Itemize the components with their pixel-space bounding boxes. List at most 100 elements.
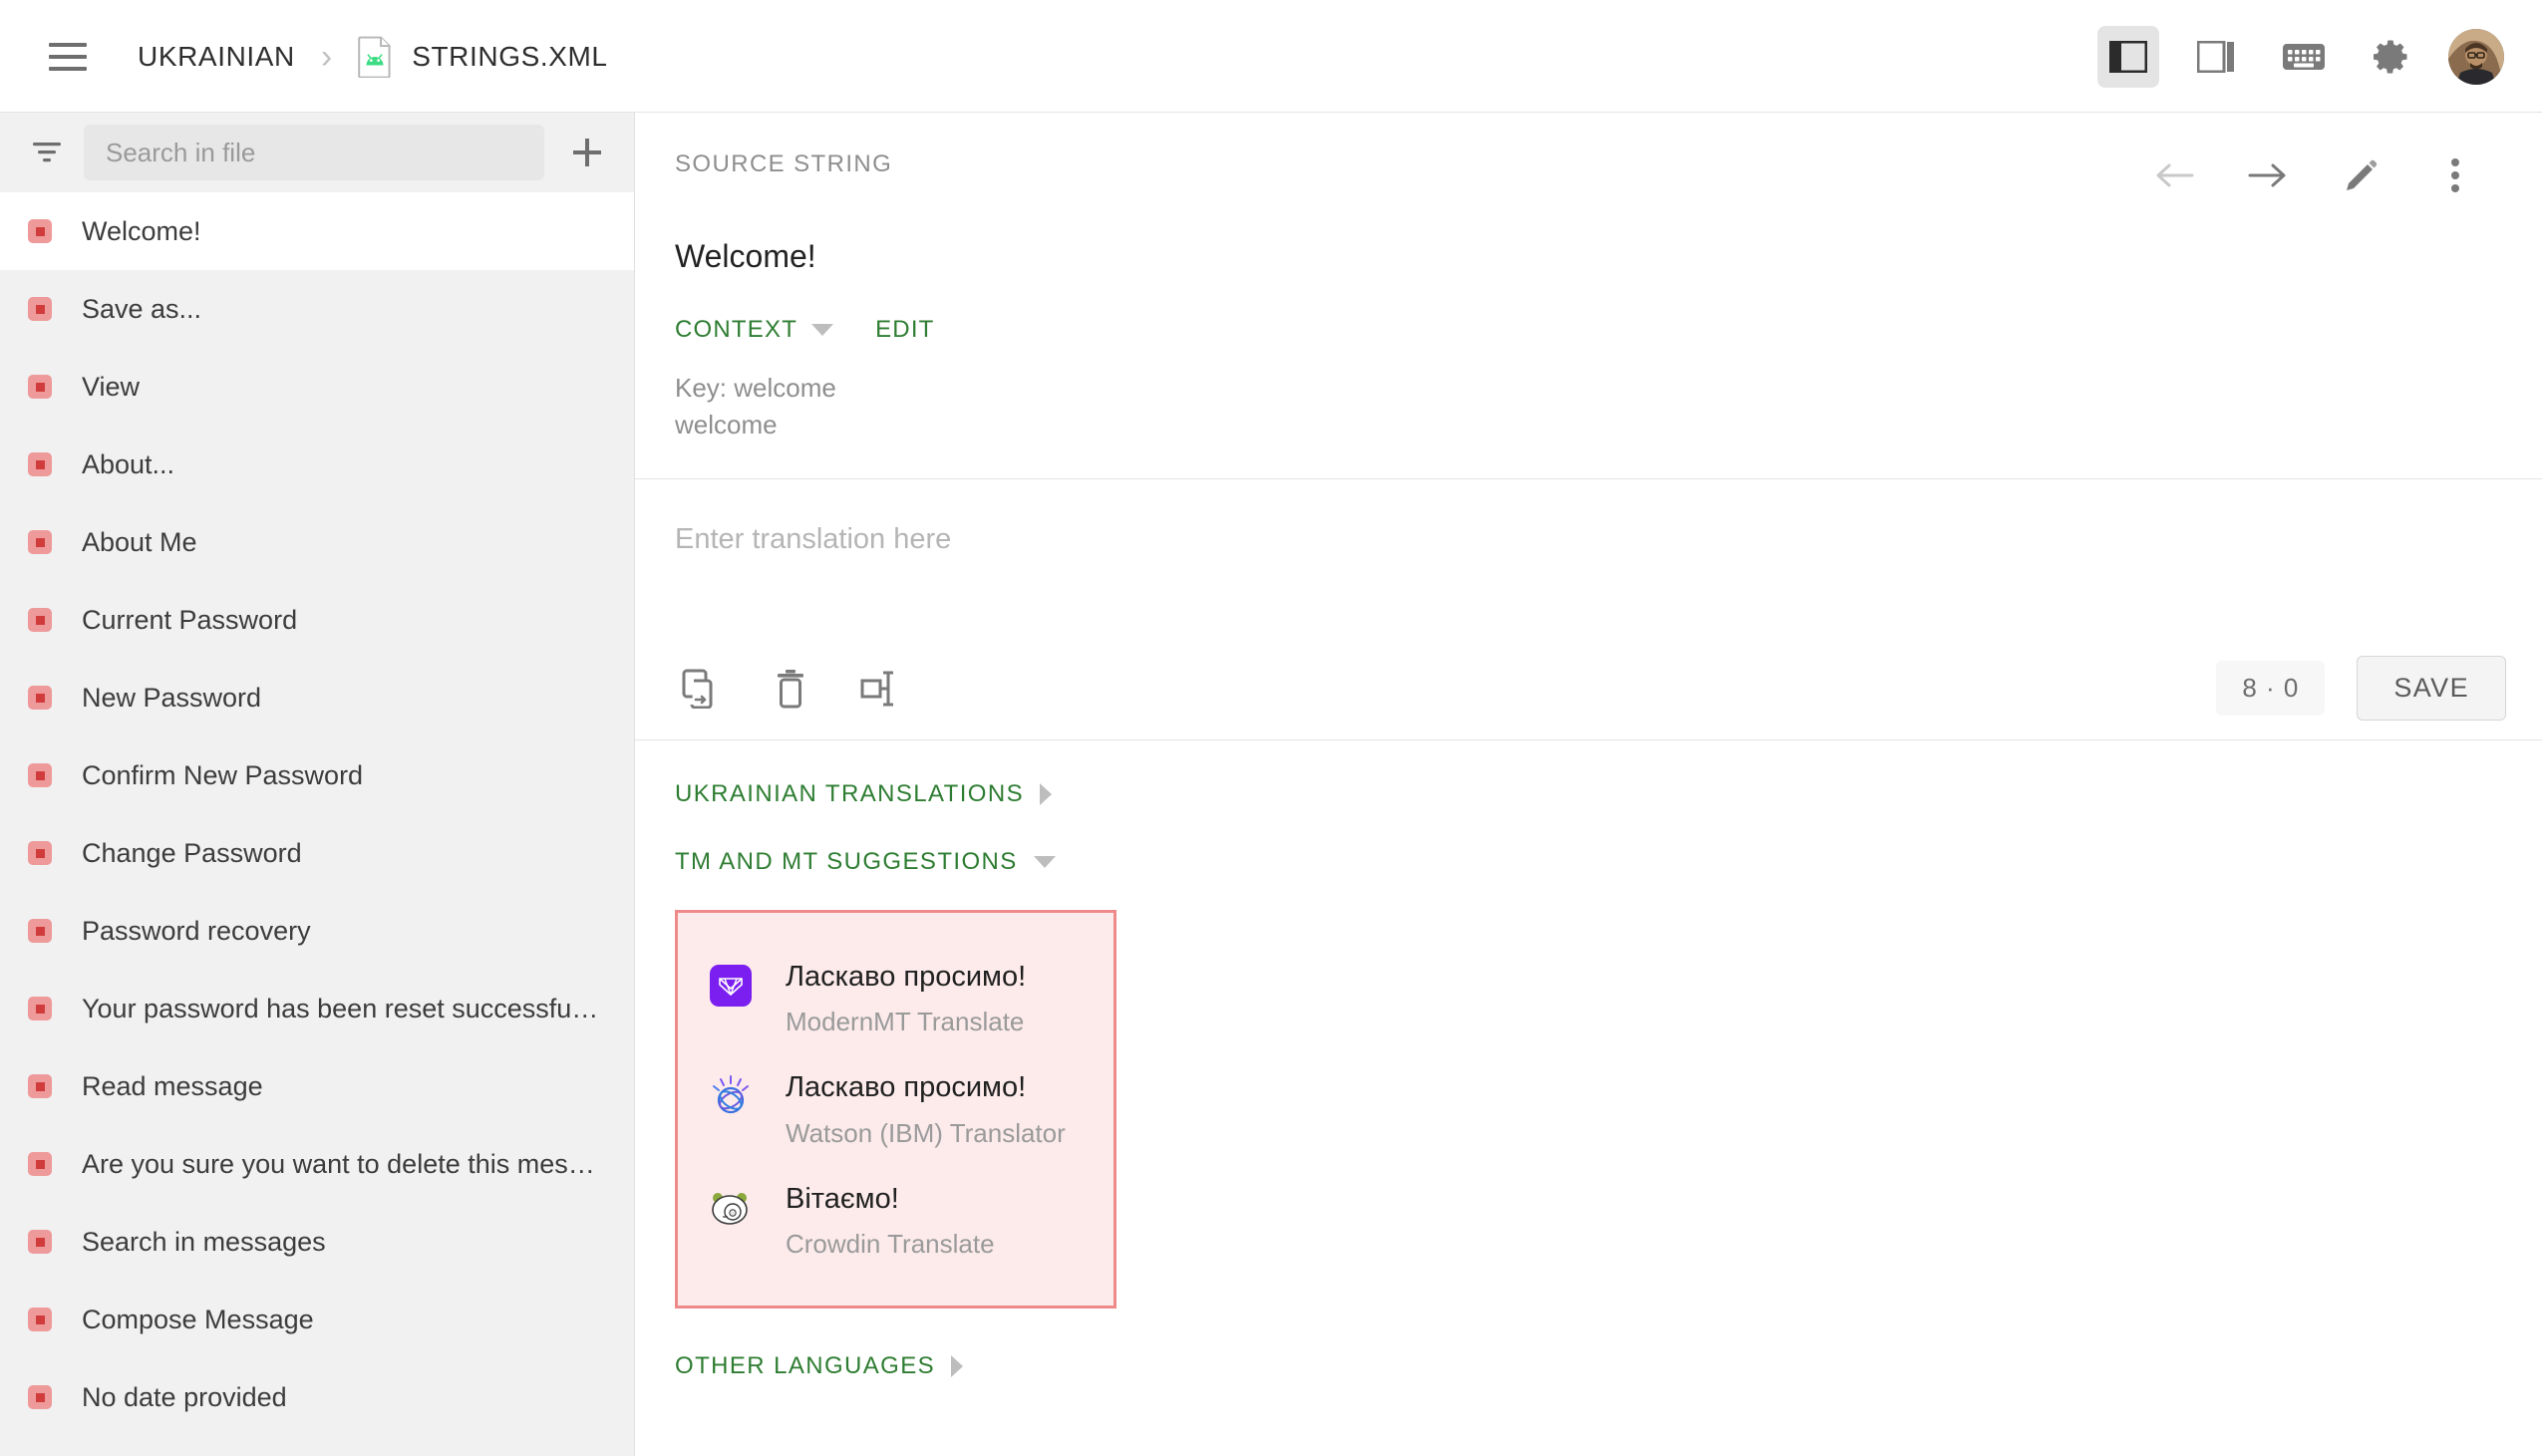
context-row: CONTEXT EDIT — [675, 316, 2502, 344]
search-input[interactable] — [106, 138, 522, 168]
arrow-right-icon[interactable] — [2243, 150, 2293, 200]
other-languages-title[interactable]: OTHER LANGUAGES — [675, 1352, 935, 1380]
ukrainian-translations-header[interactable]: UKRAINIAN TRANSLATIONS — [675, 780, 1052, 808]
string-list-item[interactable]: Save as... — [0, 270, 634, 348]
status-untranslated-icon — [28, 997, 52, 1020]
avatar-photo — [2448, 29, 2504, 85]
more-vertical-icon[interactable] — [2430, 150, 2480, 200]
string-list-item[interactable]: About Me — [0, 503, 634, 581]
string-list-item[interactable]: Confirm New Password — [0, 736, 634, 814]
context-value-line: welcome — [675, 407, 2502, 444]
string-list-item[interactable]: New Password — [0, 659, 634, 736]
ukrainian-translations-title[interactable]: UKRAINIAN TRANSLATIONS — [675, 780, 1024, 808]
strings-list: Welcome! Save as... View About... About Me Cu… — [0, 192, 634, 1456]
status-dot — [36, 616, 45, 625]
hamburger-menu-icon[interactable] — [40, 29, 96, 85]
string-list-item-label: Compose Message — [82, 1305, 314, 1335]
layout-top-bottom-icon[interactable] — [2185, 26, 2247, 88]
status-untranslated-icon — [28, 686, 52, 710]
string-list-item[interactable]: Your password has been reset successful… — [0, 970, 634, 1047]
suggestion-engine: ModernMT Translate — [786, 1007, 1026, 1037]
string-list-item[interactable]: No date provided — [0, 1358, 634, 1436]
chevron-down-icon[interactable] — [811, 324, 833, 336]
string-list-item[interactable]: Are you sure you want to delete this mes… — [0, 1125, 634, 1203]
source-actions — [2149, 150, 2502, 200]
hidden-characters-icon[interactable] — [854, 663, 906, 715]
string-list-item-label: About Me — [82, 527, 197, 558]
string-list-item-label: Current Password — [82, 605, 297, 636]
layout-side-by-side-icon[interactable] — [2097, 26, 2159, 88]
string-list-item[interactable]: View — [0, 348, 634, 426]
layout-top-bottom-glyph — [2197, 41, 2235, 73]
status-untranslated-icon — [28, 375, 52, 399]
status-untranslated-icon — [28, 608, 52, 632]
filter-icon[interactable] — [24, 130, 70, 175]
arrow-left-icon[interactable] — [2149, 150, 2199, 200]
arrow-left-glyph — [2154, 160, 2194, 190]
arrow-right-glyph — [2248, 160, 2288, 190]
plus-icon[interactable] — [562, 128, 612, 177]
string-list-item-label: Search in messages — [82, 1227, 326, 1258]
string-list-item[interactable]: Read message — [0, 1047, 634, 1125]
suggestion-texts: Ласкаво просимо! ModernMT Translate — [786, 959, 1026, 1037]
hidden-characters-glyph — [860, 669, 900, 709]
string-list-item[interactable]: Compose Message — [0, 1281, 634, 1358]
status-dot — [36, 227, 45, 236]
strings-sidebar: Welcome! Save as... View About... About Me Cu… — [0, 113, 635, 1456]
context-body: Key: welcome welcome — [675, 370, 2502, 478]
copy-source-glyph — [682, 669, 720, 709]
more-vertical-glyph — [2449, 157, 2461, 193]
string-list-item[interactable]: Search in messages — [0, 1203, 634, 1281]
translation-input[interactable] — [675, 521, 2502, 633]
trash-icon[interactable] — [765, 663, 816, 715]
string-list-item-label: Read message — [82, 1071, 263, 1102]
string-list-item-label: View — [82, 372, 140, 403]
string-list-item[interactable]: Change Password — [0, 814, 634, 892]
character-counter: 8 · 0 — [2216, 661, 2325, 716]
hamburger-bar — [49, 43, 87, 47]
string-list-item-label: Welcome! — [82, 216, 201, 247]
status-dot — [36, 1393, 45, 1402]
status-dot — [36, 771, 45, 780]
modernmt-logo-glyph — [710, 965, 752, 1007]
string-list-item-label: Are you sure you want to delete this mes… — [82, 1149, 600, 1180]
filter-glyph — [31, 140, 63, 165]
user-avatar[interactable] — [2448, 29, 2504, 85]
string-list-item[interactable]: Password recovery — [0, 892, 634, 970]
other-languages-header[interactable]: OTHER LANGUAGES — [675, 1352, 963, 1380]
string-list-item-label: Password recovery — [82, 916, 311, 947]
status-untranslated-icon — [28, 919, 52, 943]
modernmt-logo-icon — [708, 963, 754, 1009]
status-untranslated-icon — [28, 1308, 52, 1331]
string-list-item[interactable]: Welcome! — [0, 192, 634, 270]
context-edit-button[interactable]: EDIT — [875, 316, 934, 344]
chevron-right-icon[interactable] — [951, 1355, 963, 1377]
context-toggle[interactable]: CONTEXT — [675, 316, 797, 344]
breadcrumb-language[interactable]: UKRAINIAN — [138, 41, 295, 73]
copy-source-icon[interactable] — [675, 663, 727, 715]
chevron-right-icon[interactable] — [1040, 783, 1052, 805]
pencil-icon[interactable] — [2337, 150, 2386, 200]
chevron-down-icon[interactable] — [1034, 856, 1056, 868]
suggestion-item[interactable]: Ласкаво просимо! ModernMT Translate — [678, 943, 1113, 1053]
suggestion-texts: Ласкаво просимо! Watson (IBM) Translator — [786, 1069, 1066, 1148]
suggestion-item[interactable]: Ласкаво просимо! Watson (IBM) Translator — [678, 1053, 1113, 1164]
tm-mt-suggestions-title[interactable]: TM AND MT SUGGESTIONS — [675, 848, 1018, 876]
suggestion-item[interactable]: Вітаємо! Crowdin Translate — [678, 1165, 1113, 1276]
translation-toolbar: 8 · 0 SAVE — [635, 638, 2542, 739]
tm-mt-suggestions-header[interactable]: TM AND MT SUGGESTIONS — [675, 848, 1056, 876]
status-dot — [36, 1238, 45, 1247]
status-dot — [36, 1160, 45, 1169]
keyboard-shortcuts-icon[interactable] — [2273, 26, 2335, 88]
context-key-line: Key: welcome — [675, 370, 2502, 408]
string-list-item[interactable]: About... — [0, 426, 634, 503]
editor-body: Welcome! Save as... View About... About Me Cu… — [0, 113, 2542, 1456]
string-list-item-label: Save as... — [82, 294, 201, 325]
status-dot — [36, 1315, 45, 1324]
save-button[interactable]: SAVE — [2357, 656, 2506, 721]
string-list-item-label: No date provided — [82, 1382, 287, 1413]
string-list-item[interactable]: Current Password — [0, 581, 634, 659]
gear-icon[interactable] — [2361, 26, 2422, 88]
search-input-wrapper[interactable] — [84, 125, 544, 180]
breadcrumb-file[interactable]: STRINGS.XML — [358, 36, 607, 78]
